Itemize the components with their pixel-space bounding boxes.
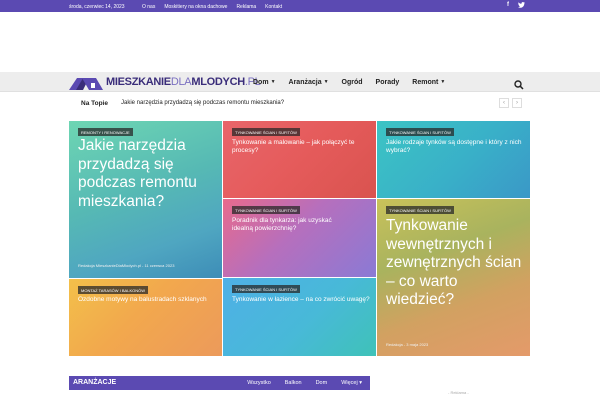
- trending-headline[interactable]: Jakie narzędzia przydadzą się podczas re…: [121, 100, 284, 106]
- nav-item-dom[interactable]: Dom ▼: [253, 79, 276, 86]
- tile-title[interactable]: Tynkowanie wewnętrznych i zewnętrznych ś…: [386, 217, 526, 310]
- top-links: O nas Moskitiery na okna dachowe Reklama…: [142, 4, 291, 10]
- trending-next-button[interactable]: ›: [512, 98, 522, 108]
- main-menu-bar: MIESZKANIEDLAMLODYCH.PL Dom ▼ Aranżacja ▼ …: [0, 72, 600, 92]
- featured-tile[interactable]: MONTAŻ TARASÓW I BALKONÓW Ozdobne motywy…: [69, 279, 222, 356]
- site-logo[interactable]: MIESZKANIEDLAMLODYCH.PL: [69, 74, 261, 90]
- tile-title[interactable]: Ozdobne motywy na balustradach szklanych: [78, 296, 218, 304]
- category-badge[interactable]: REMONTY I RENOWACJE: [78, 128, 133, 136]
- featured-tile[interactable]: Tynkowanie ścian i sufitów Jakie rodzaje…: [377, 121, 530, 198]
- filter-all[interactable]: Wszystko: [247, 380, 271, 386]
- nav-item-aranzacja[interactable]: Aranżacja ▼: [289, 79, 329, 86]
- section-title: ARANŻACJE: [73, 379, 117, 386]
- category-badge[interactable]: Tynkowanie ścian i sufitów: [232, 285, 300, 293]
- top-link-about[interactable]: O nas: [142, 4, 155, 10]
- ad-label: - Reklama -: [448, 390, 469, 395]
- nav-item-remont[interactable]: Remont ▼: [412, 79, 445, 86]
- nav-item-ogrod[interactable]: Ogród: [342, 79, 363, 86]
- filter-dom[interactable]: Dom: [316, 380, 328, 386]
- top-bar: środa, czerwiec 14, 2023 O nas Moskitier…: [0, 0, 600, 12]
- current-date: środa, czerwiec 14, 2023: [69, 3, 125, 10]
- trending-bar: Na Topie Jakie narzędzia przydadzą się p…: [69, 95, 530, 113]
- tile-meta: Redakcja - 3 maja 2023: [386, 342, 429, 347]
- chevron-down-icon: ▼: [270, 79, 276, 85]
- chevron-down-icon: ▼: [323, 79, 329, 85]
- chevron-down-icon: ▼: [440, 79, 446, 85]
- tile-title[interactable]: Jakie rodzaje tynków są dostępne i który…: [386, 139, 526, 155]
- category-badge[interactable]: Tynkowanie ścian i sufitów: [232, 206, 300, 214]
- section-filters: Wszystko Balkon Dom Więcej ▾: [233, 380, 362, 386]
- main-nav: Dom ▼ Aranżacja ▼ Ogród Porady Remont ▼: [253, 72, 458, 92]
- logo-text: MIESZKANIEDLAMLODYCH.PL: [106, 76, 261, 88]
- logo-house-icon: [69, 78, 103, 90]
- category-badge[interactable]: Tynkowanie ścian i sufitów: [232, 128, 300, 136]
- search-icon[interactable]: [514, 77, 524, 90]
- trending-prev-button[interactable]: ‹: [499, 98, 509, 108]
- tile-meta: Redakcja MieszkanieDlaMlodych.pl - 11 cz…: [78, 263, 175, 268]
- category-badge[interactable]: MONTAŻ TARASÓW I BALKONÓW: [78, 286, 149, 294]
- featured-tile[interactable]: REMONTY I RENOWACJE Jakie narzędzia przy…: [69, 121, 222, 278]
- nav-item-porady[interactable]: Porady: [376, 79, 400, 86]
- tile-title[interactable]: Tynkowanie w łazience – na co zwrócić uw…: [232, 296, 372, 304]
- tile-title[interactable]: Poradnik dla tynkarza: jak uzyskać ideal…: [232, 217, 332, 233]
- facebook-icon[interactable]: f: [507, 2, 509, 10]
- top-link-moskitiery[interactable]: Moskitiery na okna dachowe: [164, 4, 227, 10]
- filter-balkon[interactable]: Balkon: [285, 380, 302, 386]
- social-links: f: [507, 2, 525, 10]
- featured-grid: REMONTY I RENOWACJE Jakie narzędzia przy…: [69, 121, 530, 356]
- top-link-reklama[interactable]: Reklama: [236, 4, 256, 10]
- twitter-icon[interactable]: [518, 2, 525, 10]
- featured-tile[interactable]: Tynkowanie ścian i sufitów Tynkowanie a …: [223, 121, 376, 198]
- category-badge[interactable]: Tynkowanie ścian i sufitów: [386, 128, 454, 136]
- section-header-aranzacje: ARANŻACJE Wszystko Balkon Dom Więcej ▾: [69, 376, 370, 390]
- category-badge[interactable]: Tynkowanie ścian i sufitów: [386, 206, 454, 214]
- featured-tile[interactable]: Tynkowanie ścian i sufitów Tynkowanie w …: [223, 278, 376, 356]
- featured-tile[interactable]: Tynkowanie ścian i sufitów Tynkowanie we…: [377, 199, 530, 356]
- filter-more[interactable]: Więcej ▾: [341, 380, 362, 386]
- featured-tile[interactable]: Tynkowanie ścian i sufitów Poradnik dla …: [223, 199, 376, 277]
- tile-title[interactable]: Tynkowanie a malowanie – jak połączyć te…: [232, 139, 372, 155]
- top-link-kontakt[interactable]: Kontakt: [265, 4, 282, 10]
- tile-title[interactable]: Jakie narzędzia przydadzą się podczas re…: [78, 137, 218, 211]
- trending-label: Na Topie: [81, 100, 108, 107]
